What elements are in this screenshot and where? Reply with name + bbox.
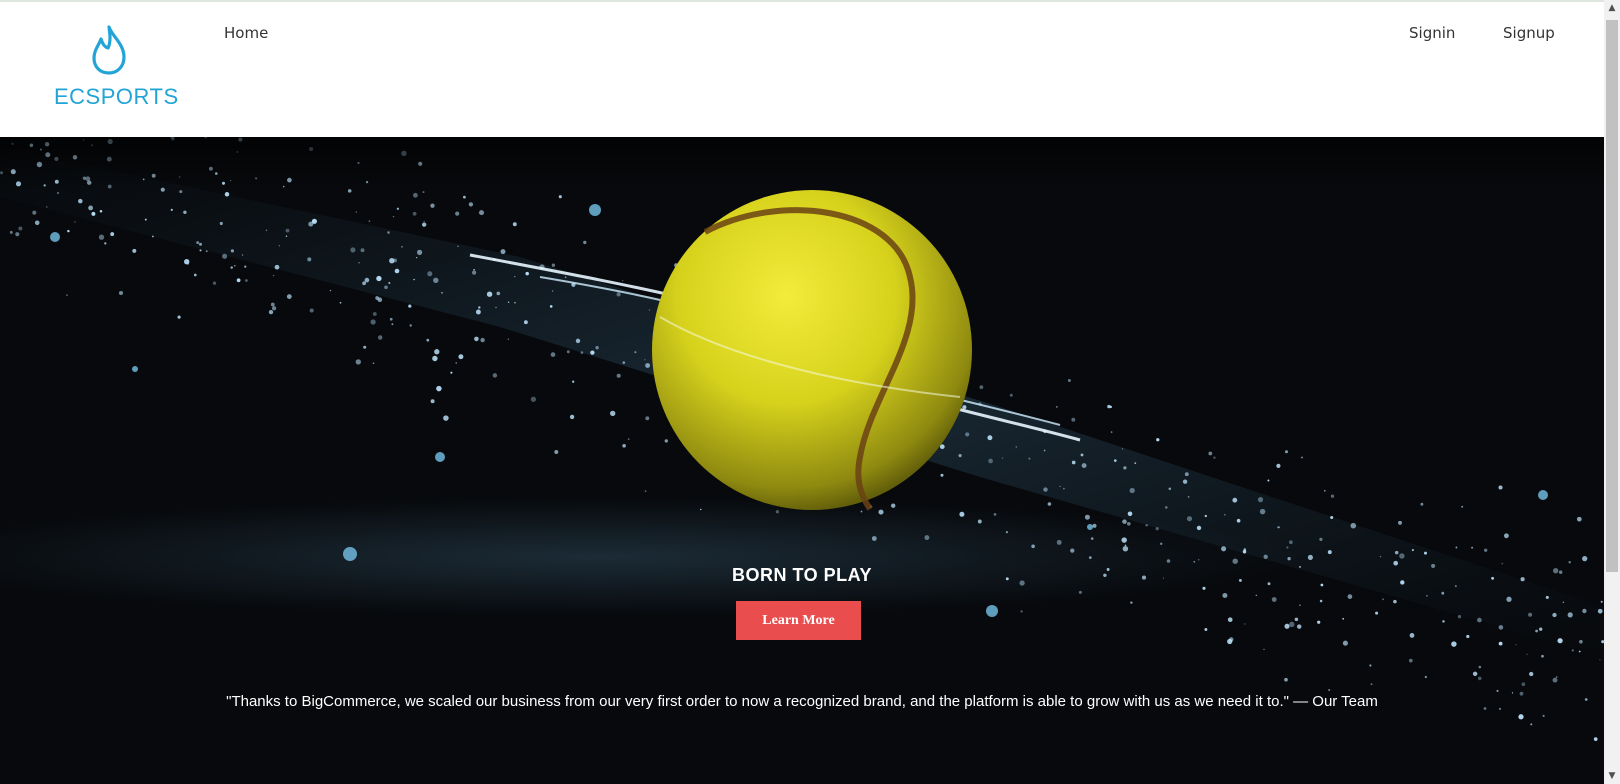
page: ECSPORTS Home Signin Signup BORN TO PLAY… bbox=[0, 0, 1620, 784]
testimonial-quote: "Thanks to BigCommerce, we scaled our bu… bbox=[226, 693, 1378, 710]
scroll-up-arrow-icon[interactable]: ▲ bbox=[1604, 0, 1620, 16]
hero-section: BORN TO PLAY Learn More "Thanks to BigCo… bbox=[0, 137, 1604, 784]
flame-icon bbox=[92, 25, 126, 75]
vertical-scrollbar[interactable]: ▲ ▼ bbox=[1604, 0, 1620, 784]
brand-name: ECSPORTS bbox=[54, 84, 179, 109]
learn-more-button[interactable]: Learn More bbox=[736, 601, 861, 640]
scroll-thumb[interactable] bbox=[1606, 20, 1618, 572]
brand-logo[interactable]: ECSPORTS bbox=[52, 24, 178, 114]
hero-tennis-ball-image bbox=[0, 137, 1604, 784]
nav-signin-link[interactable]: Signin bbox=[1409, 24, 1455, 42]
nav-home-link[interactable]: Home bbox=[224, 24, 268, 42]
hero-title: BORN TO PLAY bbox=[731, 565, 873, 585]
nav-signup-link[interactable]: Signup bbox=[1503, 24, 1555, 42]
scroll-down-arrow-icon[interactable]: ▼ bbox=[1604, 768, 1620, 784]
top-navbar: ECSPORTS Home Signin Signup bbox=[0, 0, 1604, 137]
